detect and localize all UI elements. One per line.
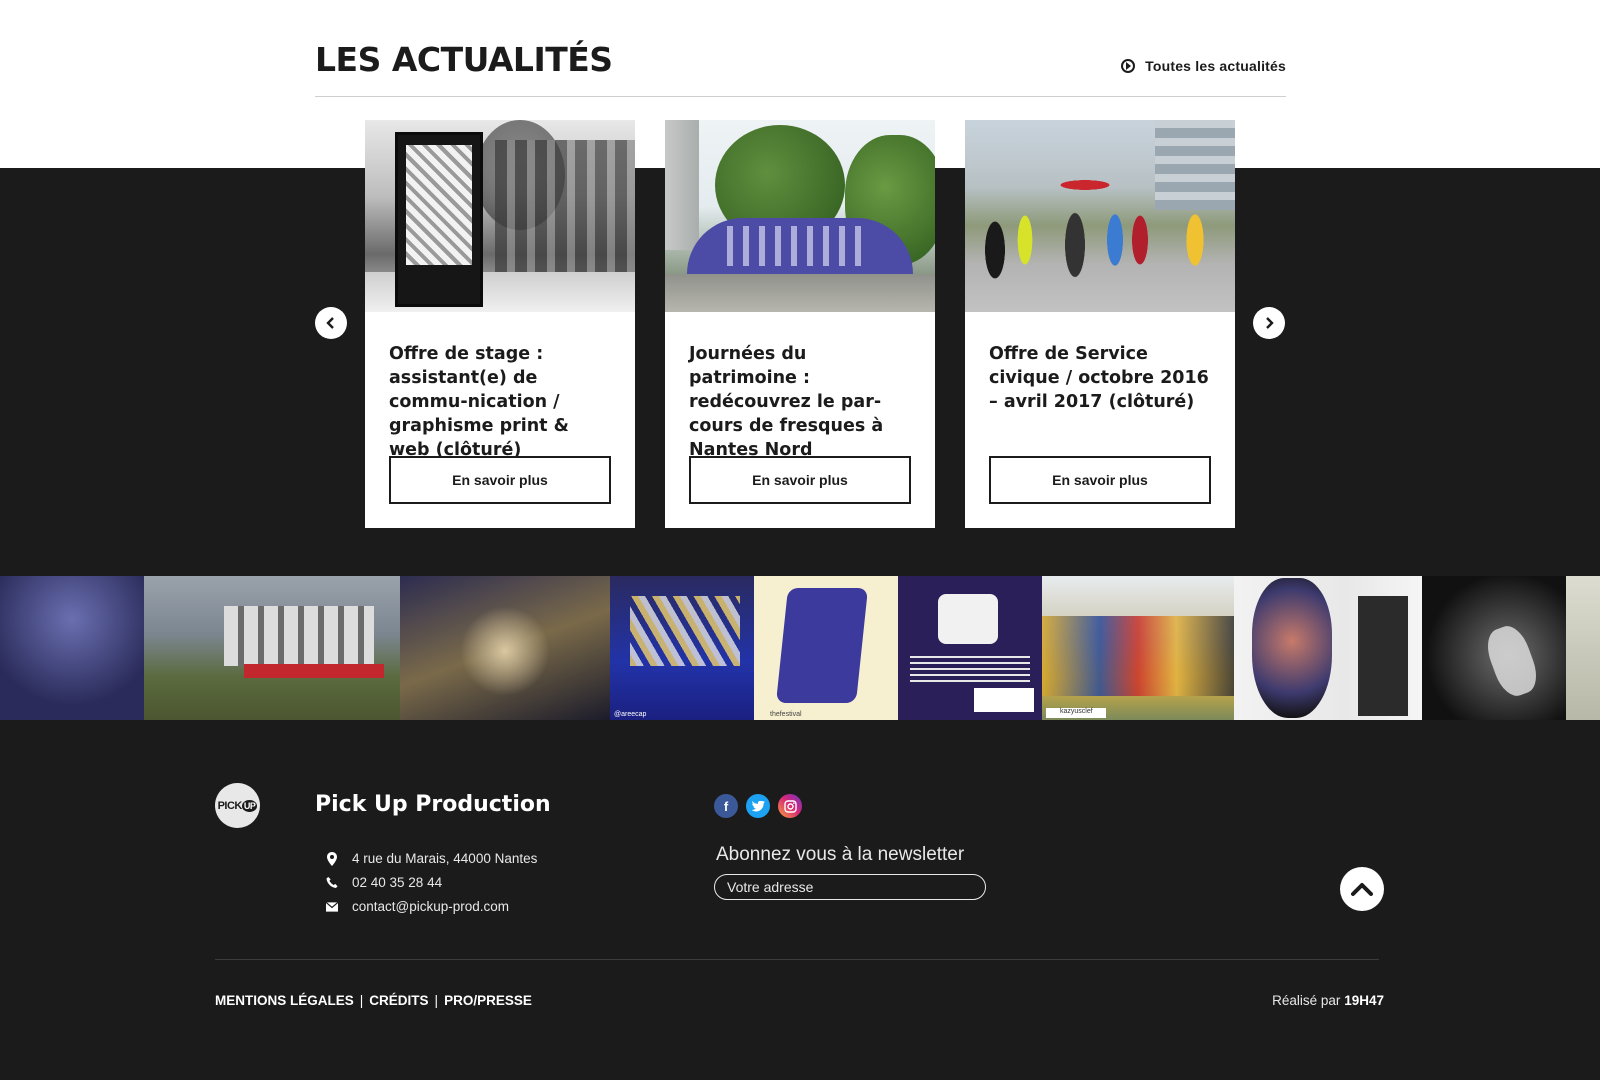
link-separator: | [434, 993, 439, 1008]
link-separator: | [359, 993, 364, 1008]
legal-links: MENTIONS LÉGALES | CRÉDITS | PRO/PRESSE [215, 993, 532, 1008]
all-news-label: Toutes les actualités [1145, 58, 1286, 74]
tile-caption: @areecap [614, 711, 647, 718]
dancer-shape [1481, 621, 1543, 701]
instagram-tile[interactable]: kazyusclef [1042, 576, 1234, 720]
tile-caption: kazyusclef [1046, 708, 1106, 718]
phone-row: 02 40 35 28 44 [326, 875, 586, 890]
credits-link[interactable]: CRÉDITS [369, 993, 428, 1008]
logo-text: PICK [217, 799, 243, 812]
instagram-tile[interactable]: thefestival [754, 576, 898, 720]
poster-logo-shape [938, 594, 998, 644]
phone-icon [326, 876, 338, 890]
carousel-next-button[interactable] [1253, 307, 1285, 339]
read-more-button[interactable]: En savoir plus [389, 456, 611, 504]
address-text: 4 rue du Marais, 44000 Nantes [352, 851, 538, 866]
news-card-image[interactable] [365, 120, 635, 312]
arrow-circle-icon [1121, 59, 1136, 73]
read-more-button[interactable]: En savoir plus [989, 456, 1211, 504]
organization-name: Pick Up Production [315, 792, 551, 817]
news-card-image[interactable] [665, 120, 935, 312]
instagram-tile[interactable] [400, 576, 610, 720]
email-row: contact@pickup-prod.com [326, 899, 586, 914]
instagram-tile[interactable] [1422, 576, 1566, 720]
all-news-link[interactable]: Toutes les actualités [1121, 58, 1286, 74]
logo-up: UP [241, 799, 258, 812]
chevron-right-icon [1266, 317, 1274, 329]
mask-portrait-shape [1252, 578, 1332, 718]
planter-shape [244, 664, 384, 678]
light-shape [460, 606, 550, 696]
poster-date-shape [974, 688, 1034, 712]
news-card: Offre de stage : assistant(e) de commu-n… [365, 120, 635, 528]
back-to-top-button[interactable] [1340, 867, 1384, 911]
facebook-icon[interactable]: f [714, 794, 738, 818]
legal-notice-link[interactable]: MENTIONS LÉGALES [215, 993, 354, 1008]
carousel-prev-button[interactable] [315, 307, 347, 339]
newsletter-email-input[interactable] [714, 874, 986, 900]
tower-shape [665, 120, 699, 250]
news-card: Offre de Service civique / octobre 2016 … [965, 120, 1235, 528]
hiphop-logo-shape [775, 588, 869, 703]
address-row: 4 rue du Marais, 44000 Nantes [326, 851, 586, 866]
instagram-tile[interactable] [1234, 576, 1422, 720]
credit-prefix: Réalisé par [1272, 993, 1341, 1008]
building-shape [495, 140, 635, 280]
instagram-tile[interactable] [1566, 576, 1600, 720]
fresco-wall-shape [687, 218, 913, 274]
tile-caption: thefestival [770, 711, 802, 718]
read-more-button[interactable]: En savoir plus [689, 456, 911, 504]
instagram-tile[interactable]: @areecap [610, 576, 754, 720]
email-text[interactable]: contact@pickup-prod.com [352, 899, 509, 914]
instagram-strip: @areecap thefestival kazyusclef [0, 576, 1600, 720]
press-link[interactable]: PRO/PRESSE [444, 993, 532, 1008]
map-pin-icon [326, 851, 338, 866]
news-header: LES ACTUALITÉS Toutes les actualités [315, 36, 1286, 97]
chevron-up-icon [1351, 883, 1373, 896]
pickup-logo[interactable]: PICK UP [215, 783, 260, 828]
kiosk-shape [395, 132, 483, 307]
instagram-tile[interactable] [0, 576, 144, 720]
phone-text[interactable]: 02 40 35 28 44 [352, 875, 442, 890]
instagram-tile[interactable] [144, 576, 400, 720]
newsletter-label: Abonnez vous à la newsletter [716, 844, 965, 865]
crowd-shape [965, 160, 1235, 310]
news-card-title[interactable]: Offre de Service civique / octobre 2016 … [989, 342, 1215, 414]
twitter-icon[interactable] [746, 794, 770, 818]
poster-text-shape [910, 654, 1030, 682]
instagram-icon[interactable] [778, 794, 802, 818]
building-shape [224, 606, 374, 666]
poster-shape [406, 145, 472, 265]
envelope-icon [326, 900, 338, 914]
site-credit: Réalisé par 19H47 [1272, 993, 1384, 1008]
shop-door-shape [1358, 596, 1408, 716]
credit-agency-link[interactable]: 19H47 [1344, 993, 1384, 1008]
footer-divider [215, 959, 1379, 960]
ground-shape [665, 274, 935, 312]
instagram-tile[interactable] [898, 576, 1042, 720]
chevron-left-icon [326, 317, 334, 329]
mural-shape [1042, 616, 1234, 696]
news-card: Journées du patrimoine : redécouvrez le … [665, 120, 935, 528]
news-title: LES ACTUALITÉS [315, 40, 613, 79]
news-card-image[interactable] [965, 120, 1235, 312]
news-card-title[interactable]: Offre de stage : assistant(e) de commu-n… [389, 342, 615, 462]
news-card-title[interactable]: Journées du patrimoine : redécouvrez le … [689, 342, 915, 462]
mural-shape [630, 596, 740, 666]
